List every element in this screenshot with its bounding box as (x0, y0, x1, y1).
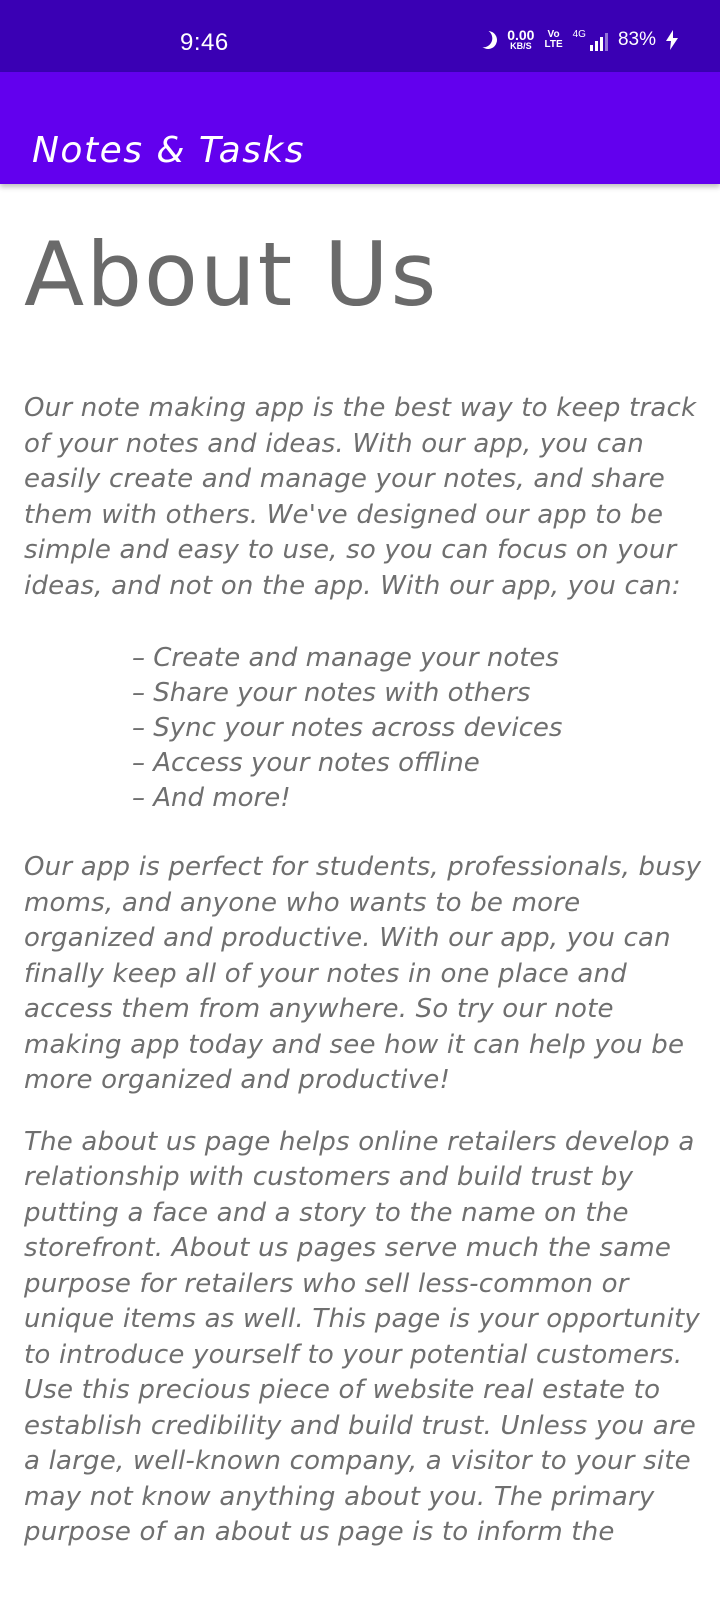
moon-icon (477, 28, 500, 51)
audience-paragraph: Our app is perfect for students, profess… (24, 852, 702, 1096)
net-speed-unit: KB/S (510, 41, 532, 51)
battery-level: 83% (617, 28, 656, 50)
status-icons: 0.00 KB/S Vo LTE 4G 83% (479, 28, 678, 51)
app-bar: Notes & Tasks (0, 72, 720, 184)
page-title: About Us (24, 223, 439, 326)
feature-list: Create and manage your notes Share your … (24, 641, 714, 816)
charging-bolt-icon (666, 29, 678, 50)
volte-bottom: LTE (544, 38, 563, 50)
list-item: Sync your notes across devices (132, 711, 714, 746)
intro-paragraph: Our note making app is the best way to k… (24, 393, 697, 601)
about-content: About Us Our note making app is the best… (24, 184, 714, 1551)
volte-top: Vo (547, 28, 560, 40)
list-item: Access your notes offline (132, 746, 714, 781)
network-type: 4G (572, 28, 586, 40)
signal-icon: 4G (573, 29, 608, 51)
about-page-paragraph: The about us page helps online retailers… (24, 1126, 700, 1548)
volte-indicator: Vo LTE (544, 28, 563, 50)
net-speed-value: 0.00 (507, 27, 535, 43)
net-speed: 0.00 KB/S (507, 28, 534, 51)
status-time: 9:46 (180, 29, 229, 56)
app-title: Notes & Tasks (32, 130, 306, 172)
list-item: Share your notes with others (132, 676, 714, 711)
list-item: And more! (132, 781, 714, 816)
status-bar: 9:46 0.00 KB/S Vo LTE 4G 83% (0, 0, 720, 72)
list-item: Create and manage your notes (132, 641, 714, 676)
